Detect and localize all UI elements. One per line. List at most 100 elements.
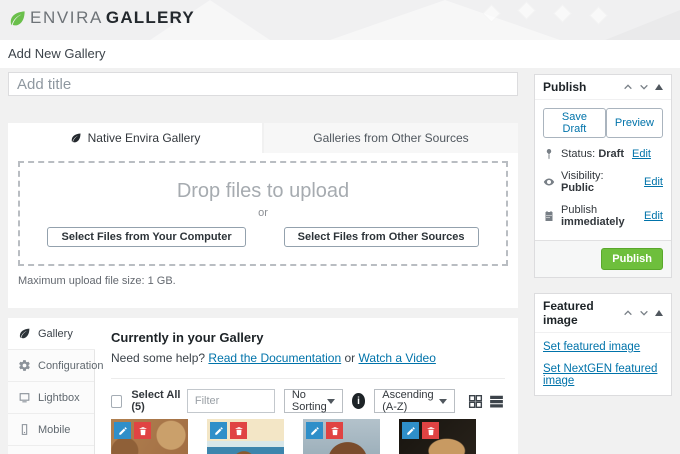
status-row: Status: Draft Edit (543, 148, 663, 160)
gallery-toolbar: Select All (5) No Sorting i Ascending (A… (111, 388, 505, 414)
max-upload-note: Maximum upload file size: 1 GB. (18, 275, 508, 287)
nav-item-lightbox[interactable]: Lightbox (8, 382, 94, 414)
tab-label: Native Envira Gallery (88, 131, 201, 145)
edit-schedule-link[interactable]: Edit (644, 210, 663, 222)
move-down-icon[interactable] (639, 82, 649, 92)
visibility-value: Public (561, 182, 594, 194)
preview-button[interactable]: Preview (606, 108, 663, 138)
gallery-image-thumbnail[interactable] (399, 419, 476, 454)
trash-icon (138, 426, 148, 436)
nav-item-mobile[interactable]: Mobile (8, 414, 94, 446)
sorting-dropdown[interactable]: No Sorting (284, 389, 343, 413)
collapse-toggle-icon[interactable] (655, 310, 663, 316)
featured-image-title: Featured image (543, 299, 617, 327)
delete-image-button[interactable] (134, 422, 151, 439)
tab-label: Galleries from Other Sources (313, 131, 468, 145)
filter-input[interactable] (187, 389, 275, 413)
delete-image-button[interactable] (326, 422, 343, 439)
nav-label: Gallery (38, 328, 73, 340)
grid-view-icon[interactable] (467, 392, 484, 410)
publish-button[interactable]: Publish (601, 248, 663, 270)
collapse-toggle-icon[interactable] (655, 84, 663, 90)
move-up-icon[interactable] (623, 82, 633, 92)
save-draft-button[interactable]: Save Draft (543, 108, 606, 138)
envira-gallery-logo: ENVIRAGALLERY (8, 8, 195, 28)
select-files-other-sources-button[interactable]: Select Files from Other Sources (284, 227, 479, 247)
chevron-down-icon (327, 399, 335, 404)
move-up-icon[interactable] (623, 308, 633, 318)
edit-image-button[interactable] (306, 422, 323, 439)
pencil-icon (214, 426, 224, 436)
edit-image-button[interactable] (114, 422, 131, 439)
edit-image-button[interactable] (210, 422, 227, 439)
leaf-icon (18, 327, 31, 340)
featured-image-header: Featured image (535, 294, 671, 333)
edit-status-link[interactable]: Edit (632, 148, 651, 160)
gallery-image-thumbnail[interactable] (111, 419, 188, 454)
list-view-icon[interactable] (488, 392, 505, 410)
header-watermark (553, 4, 571, 22)
nav-label: Lightbox (38, 392, 80, 404)
visibility-row: Visibility: Public Edit (543, 170, 663, 194)
page-title: Add New Gallery (8, 40, 106, 68)
tab-native-envira-gallery[interactable]: Native Envira Gallery (8, 123, 262, 153)
header-watermark (589, 6, 607, 24)
brand-name-light: ENVIRA (30, 8, 103, 28)
help-conjunction: or (345, 351, 356, 365)
calendar-icon (543, 210, 555, 222)
gallery-image-thumbnail[interactable] (207, 419, 284, 454)
featured-image-body: Set featured image Set NextGEN featured … (535, 333, 671, 395)
edit-visibility-link[interactable]: Edit (644, 176, 663, 188)
brand-name-bold: GALLERY (106, 8, 195, 28)
eye-icon (543, 176, 555, 188)
edit-image-button[interactable] (402, 422, 419, 439)
delete-image-button[interactable] (230, 422, 247, 439)
trash-icon (330, 426, 340, 436)
trash-icon (426, 426, 436, 436)
publish-metabox-footer: Publish (535, 240, 671, 277)
gallery-content: Currently in your Gallery Need some help… (95, 318, 519, 454)
select-all-label: Select All (5) (131, 389, 187, 413)
gear-icon (18, 359, 31, 372)
envira-add-new-gallery-screen: ENVIRAGALLERY Add New Gallery Native Env… (0, 0, 680, 454)
lightbox-icon (18, 391, 31, 404)
publish-metabox: Publish Save Draft Preview Status: Draft… (534, 74, 672, 278)
drop-files-text: Drop files to upload (177, 180, 349, 203)
visibility-label: Visibility: (561, 170, 604, 182)
set-featured-image-link[interactable]: Set featured image (543, 341, 663, 353)
brand-header: ENVIRAGALLERY (0, 0, 680, 40)
help-prefix: Need some help? (111, 351, 205, 365)
nav-item-configuration[interactable]: Configuration (8, 350, 94, 382)
info-icon[interactable]: i (352, 393, 366, 409)
read-documentation-link[interactable]: Read the Documentation (208, 351, 341, 365)
nav-label: Configuration (38, 360, 103, 372)
set-nextgen-featured-image-link[interactable]: Set NextGEN featured image (543, 363, 663, 387)
gallery-image-thumbnail[interactable] (303, 419, 380, 454)
pencil-icon (118, 426, 128, 436)
delete-image-button[interactable] (422, 422, 439, 439)
select-files-computer-button[interactable]: Select Files from Your Computer (47, 227, 245, 247)
ordering-dropdown[interactable]: Ascending (A-Z) (374, 389, 455, 413)
pencil-icon (310, 426, 320, 436)
watch-video-link[interactable]: Watch a Video (359, 351, 436, 365)
mobile-icon (18, 423, 31, 436)
leaf-icon (8, 9, 27, 28)
schedule-row: Publish immediately Edit (543, 204, 663, 228)
schedule-value: immediately (561, 216, 625, 228)
status-value: Draft (598, 148, 624, 160)
file-dropzone[interactable]: Drop files to upload or Select Files fro… (18, 161, 508, 266)
or-text: or (258, 207, 268, 219)
status-label: Status: (561, 148, 595, 160)
nav-item-gallery[interactable]: Gallery (8, 318, 95, 350)
trash-icon (234, 426, 244, 436)
currently-in-gallery-heading: Currently in your Gallery (111, 330, 505, 345)
select-all-checkbox[interactable] (111, 395, 122, 408)
move-down-icon[interactable] (639, 308, 649, 318)
tab-galleries-other-sources[interactable]: Galleries from Other Sources (264, 123, 518, 153)
gallery-settings-panel: Gallery Configuration Lightbox Mobile Cu… (8, 318, 518, 454)
pin-icon (543, 148, 555, 160)
pencil-icon (406, 426, 416, 436)
gallery-title-input[interactable] (8, 72, 518, 96)
source-tabs: Native Envira Gallery Galleries from Oth… (8, 123, 518, 153)
side-column: Publish Save Draft Preview Status: Draft… (534, 74, 672, 396)
